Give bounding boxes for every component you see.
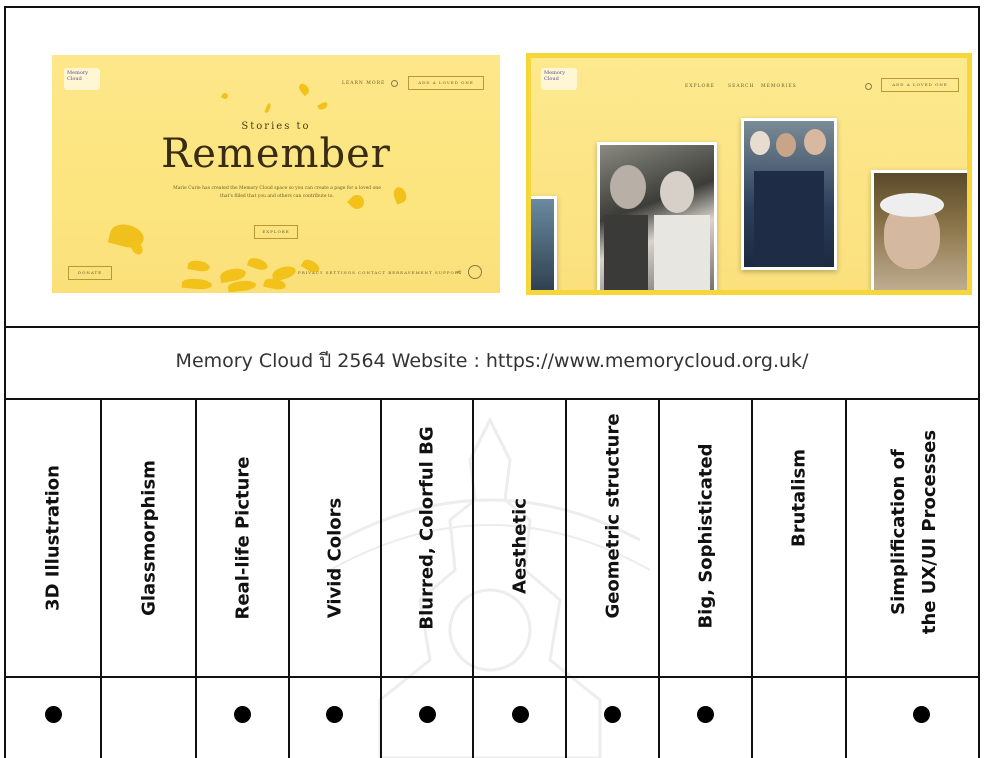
column-label: Geometric structure (602, 413, 623, 619)
logo: Memory Cloud (64, 68, 100, 90)
check-dot-simplification-ux-ui (913, 706, 930, 723)
petal (391, 185, 409, 205)
donate-button[interactable]: DONATE (68, 266, 112, 280)
column-header-aesthetic: Aesthetic (474, 400, 565, 676)
caption: Memory Cloud ปี 2564 Website : https://w… (175, 350, 809, 372)
screenshot-memories: Memory Cloud EXPLORE SEARCH MEMORIES ADD… (526, 53, 972, 295)
memory-photo-wedding[interactable] (597, 142, 717, 290)
person-head (660, 171, 694, 213)
petal (264, 102, 272, 114)
divider-header-bottom (4, 676, 980, 678)
check-dot-big-sophisticated (697, 706, 714, 723)
memory-photo-family[interactable] (741, 118, 837, 270)
column-label: Aesthetic (509, 498, 530, 594)
suit (604, 215, 648, 290)
column-header-vivid-colors: Vivid Colors (290, 400, 380, 676)
column-header-real-life-picture: Real-life Picture (197, 400, 288, 676)
column-label: 3D Illustration (42, 465, 64, 611)
person-head (804, 129, 826, 155)
column-label: Blurred, Colorful BG (416, 426, 438, 630)
column-header-blurred-colorful-bg: Blurred, Colorful BG (382, 400, 472, 676)
petal (227, 279, 257, 293)
petal (187, 259, 211, 273)
column-label-line2: the UX/UI Processes (918, 429, 940, 635)
column-label: Glassmorphism (138, 460, 159, 616)
nav-search[interactable]: SEARCH (728, 84, 754, 89)
column-label: Simplification of the UX/UI Processes (883, 430, 945, 634)
divider-caption-top (4, 326, 980, 328)
add-loved-one-button[interactable]: ADD A LOVED ONE (881, 78, 959, 92)
menu-icon[interactable] (468, 265, 482, 279)
screenshot-homepage: Memory Cloud LEARN MORE ADD A LOVED ONE … (52, 55, 500, 293)
person-head (610, 165, 646, 209)
column-label: Vivid Colors (324, 497, 346, 619)
memories-canvas: Memory Cloud EXPLORE SEARCH MEMORIES ADD… (531, 58, 967, 290)
person-hair (880, 193, 944, 217)
person-head (750, 131, 770, 155)
column-label-line1: Simplification of (887, 449, 909, 615)
check-dot-vivid-colors (326, 706, 343, 723)
logo: Memory Cloud (541, 68, 577, 90)
column-header-glassmorphism: Glassmorphism (102, 400, 195, 676)
check-dot-blurred-colorful-bg (419, 706, 436, 723)
check-dot-geometric-structure (604, 706, 621, 723)
column-label: Real-life Picture (232, 456, 253, 620)
check-dot-aesthetic (512, 706, 529, 723)
wedding-dress (654, 215, 710, 290)
column-header-3d-illustration: 3D Illustration (6, 400, 100, 676)
column-header-simplification-ux-ui: Simplification of the UX/UI Processes (847, 400, 980, 676)
search-icon[interactable] (865, 83, 872, 90)
petal (317, 100, 329, 112)
petal (181, 277, 213, 291)
column-label: Big, Sophisticated (695, 443, 716, 629)
check-dot-3d-illustration (45, 706, 62, 723)
petal (220, 91, 230, 101)
suits (754, 171, 824, 267)
petal (297, 81, 311, 97)
memory-photo-elder[interactable] (871, 170, 967, 290)
footer-links[interactable]: PRIVACY SETTINGS CONTACT BEREAVEMENT SUP… (298, 270, 462, 275)
column-label: Brutalism (788, 449, 810, 547)
explore-button[interactable]: EXPLORE (254, 225, 298, 239)
column-header-brutalism: Brutalism (753, 400, 845, 676)
column-header-geometric-structure: Geometric structure (567, 400, 658, 676)
column-header-big-sophisticated: Big, Sophisticated (660, 400, 751, 676)
memory-photo-partial[interactable] (531, 196, 557, 290)
person-head (776, 133, 796, 157)
nav-memories[interactable]: MEMORIES (761, 84, 797, 89)
share-icon[interactable]: < (456, 269, 461, 276)
nav-learn-more[interactable]: LEARN MORE (342, 81, 385, 86)
nav-explore[interactable]: EXPLORE (685, 84, 715, 89)
hero-title: Remember (161, 131, 391, 177)
add-loved-one-button[interactable]: ADD A LOVED ONE (408, 76, 484, 90)
petal (246, 255, 270, 273)
search-icon[interactable] (391, 80, 398, 87)
check-dot-real-life-picture (234, 706, 251, 723)
